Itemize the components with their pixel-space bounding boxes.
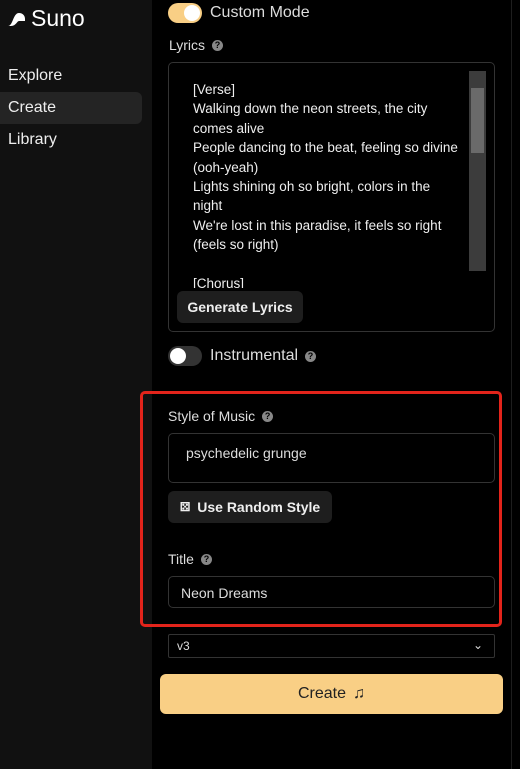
- random-style-label: Use Random Style: [197, 499, 321, 515]
- style-label-text: Style of Music: [168, 408, 256, 424]
- style-label: Style of Music?: [168, 408, 274, 424]
- use-random-style-button[interactable]: ⚄ Use Random Style: [168, 491, 332, 523]
- style-value: psychedelic grunge: [186, 445, 307, 461]
- sidebar-item-library[interactable]: Library: [0, 124, 142, 156]
- create-button[interactable]: Create ♫: [160, 674, 503, 714]
- sidebar-item-explore[interactable]: Explore: [0, 60, 142, 92]
- music-note-icon: ♫: [353, 685, 366, 702]
- instrumental-label-text: Instrumental: [210, 347, 299, 364]
- title-label: Title?: [168, 551, 212, 567]
- generate-lyrics-button[interactable]: Generate Lyrics: [177, 291, 303, 323]
- lyrics-label-text: Lyrics: [169, 37, 206, 53]
- help-icon[interactable]: ?: [305, 350, 317, 362]
- version-value: v3: [177, 639, 190, 653]
- chevron-down-icon: ⌄: [473, 638, 484, 652]
- help-icon[interactable]: ?: [200, 553, 212, 565]
- sidebar-nav: Explore Create Library: [0, 60, 142, 156]
- app-name: Suno: [31, 5, 85, 31]
- create-label: Create: [297, 685, 347, 702]
- title-label-text: Title: [168, 551, 194, 567]
- help-icon[interactable]: ?: [212, 39, 224, 51]
- help-icon[interactable]: ?: [262, 410, 274, 422]
- sidebar: Suno Explore Create Library: [0, 0, 152, 769]
- instrumental-toggle[interactable]: [168, 346, 202, 366]
- title-value: Neon Dreams: [181, 585, 268, 601]
- dice-icon: ⚄: [179, 500, 191, 514]
- custom-mode-toggle[interactable]: [168, 3, 202, 23]
- version-select[interactable]: [168, 634, 495, 658]
- instrumental-label: Instrumental?: [210, 347, 317, 365]
- lyrics-textarea[interactable]: [Verse] Walking down the neon streets, t…: [193, 80, 463, 288]
- lyrics-scrollbar[interactable]: [469, 71, 486, 271]
- lyrics-label: Lyrics?: [169, 37, 224, 53]
- suno-logo-icon: [8, 12, 25, 26]
- suno-logo[interactable]: Suno: [7, 5, 85, 32]
- divider: [511, 0, 512, 769]
- custom-mode-label: Custom Mode: [210, 4, 310, 21]
- sidebar-item-create[interactable]: Create: [0, 92, 142, 124]
